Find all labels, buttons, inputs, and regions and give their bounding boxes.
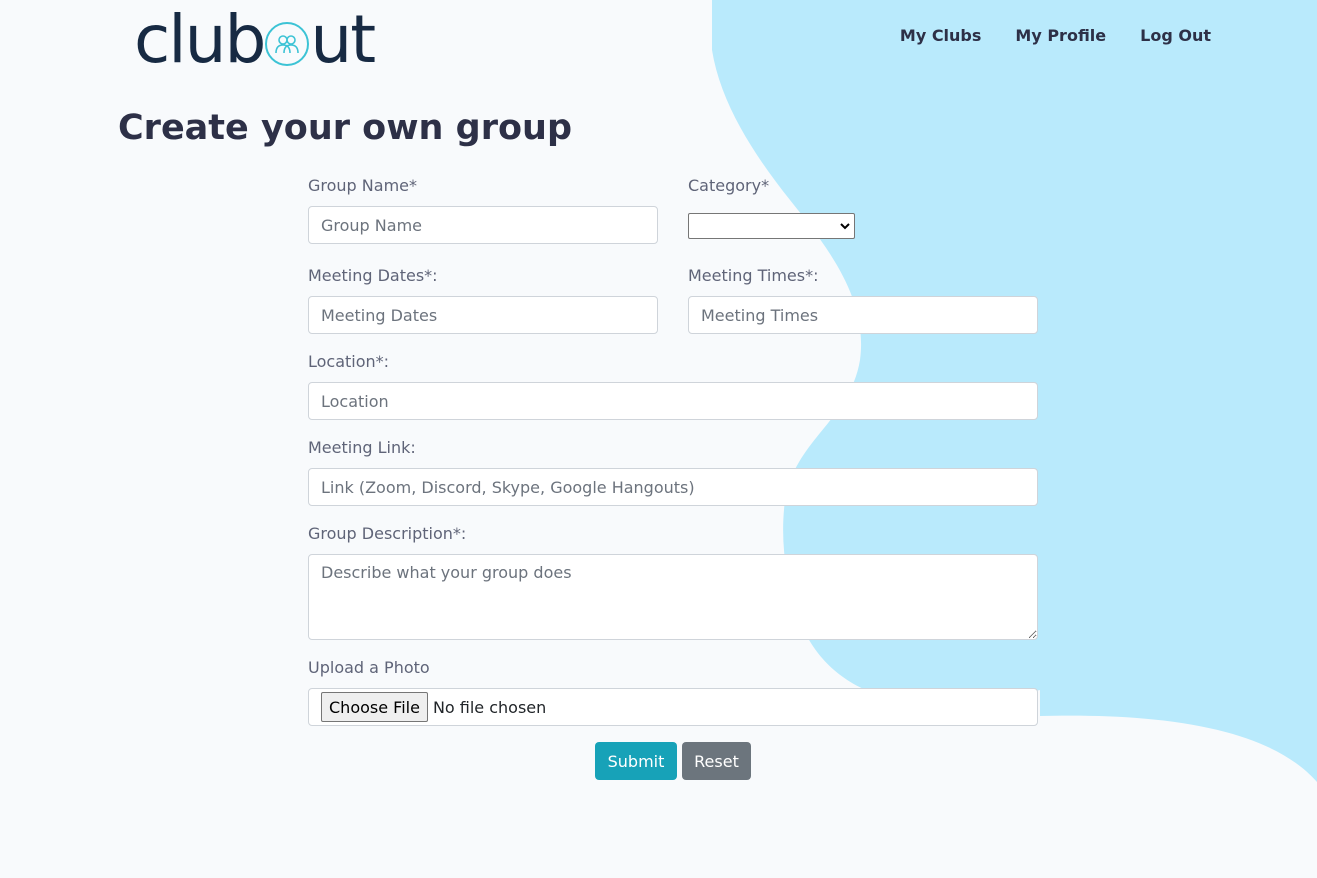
meeting-link-label: Meeting Link: xyxy=(308,438,416,457)
description-label: Group Description*: xyxy=(308,524,467,543)
logo-text-left: club xyxy=(134,1,266,78)
people-icon xyxy=(265,22,310,66)
group-name-label: Group Name* xyxy=(308,176,417,195)
nav-my-profile[interactable]: My Profile xyxy=(1015,26,1106,45)
upload-photo-label: Upload a Photo xyxy=(308,658,430,677)
top-nav: My Clubs My Profile Log Out xyxy=(900,26,1211,45)
group-name-input[interactable] xyxy=(308,206,658,244)
submit-button[interactable]: Submit xyxy=(595,742,677,780)
location-input[interactable] xyxy=(308,382,1038,420)
category-select[interactable] xyxy=(688,213,855,239)
file-status-text: No file chosen xyxy=(432,697,547,717)
meeting-dates-input[interactable] xyxy=(308,296,658,334)
clubout-logo[interactable]: club ut xyxy=(134,0,376,80)
nav-log-out[interactable]: Log Out xyxy=(1140,26,1211,45)
meeting-times-label: Meeting Times*: xyxy=(688,266,819,285)
nav-my-clubs[interactable]: My Clubs xyxy=(900,26,982,45)
description-textarea[interactable] xyxy=(308,554,1038,640)
category-label: Category* xyxy=(688,176,770,195)
meeting-link-input[interactable] xyxy=(308,468,1038,506)
photo-file-input[interactable]: Choose File No file chosen xyxy=(308,688,1038,726)
meeting-times-input[interactable] xyxy=(688,296,1038,334)
page-title: Create your own group xyxy=(118,108,572,148)
choose-file-button[interactable]: Choose File xyxy=(321,692,428,722)
chevron-down-icon xyxy=(840,223,850,230)
reset-button[interactable]: Reset xyxy=(682,742,751,780)
meeting-dates-label: Meeting Dates*: xyxy=(308,266,438,285)
location-label: Location*: xyxy=(308,352,390,371)
logo-text-right: ut xyxy=(310,1,376,78)
